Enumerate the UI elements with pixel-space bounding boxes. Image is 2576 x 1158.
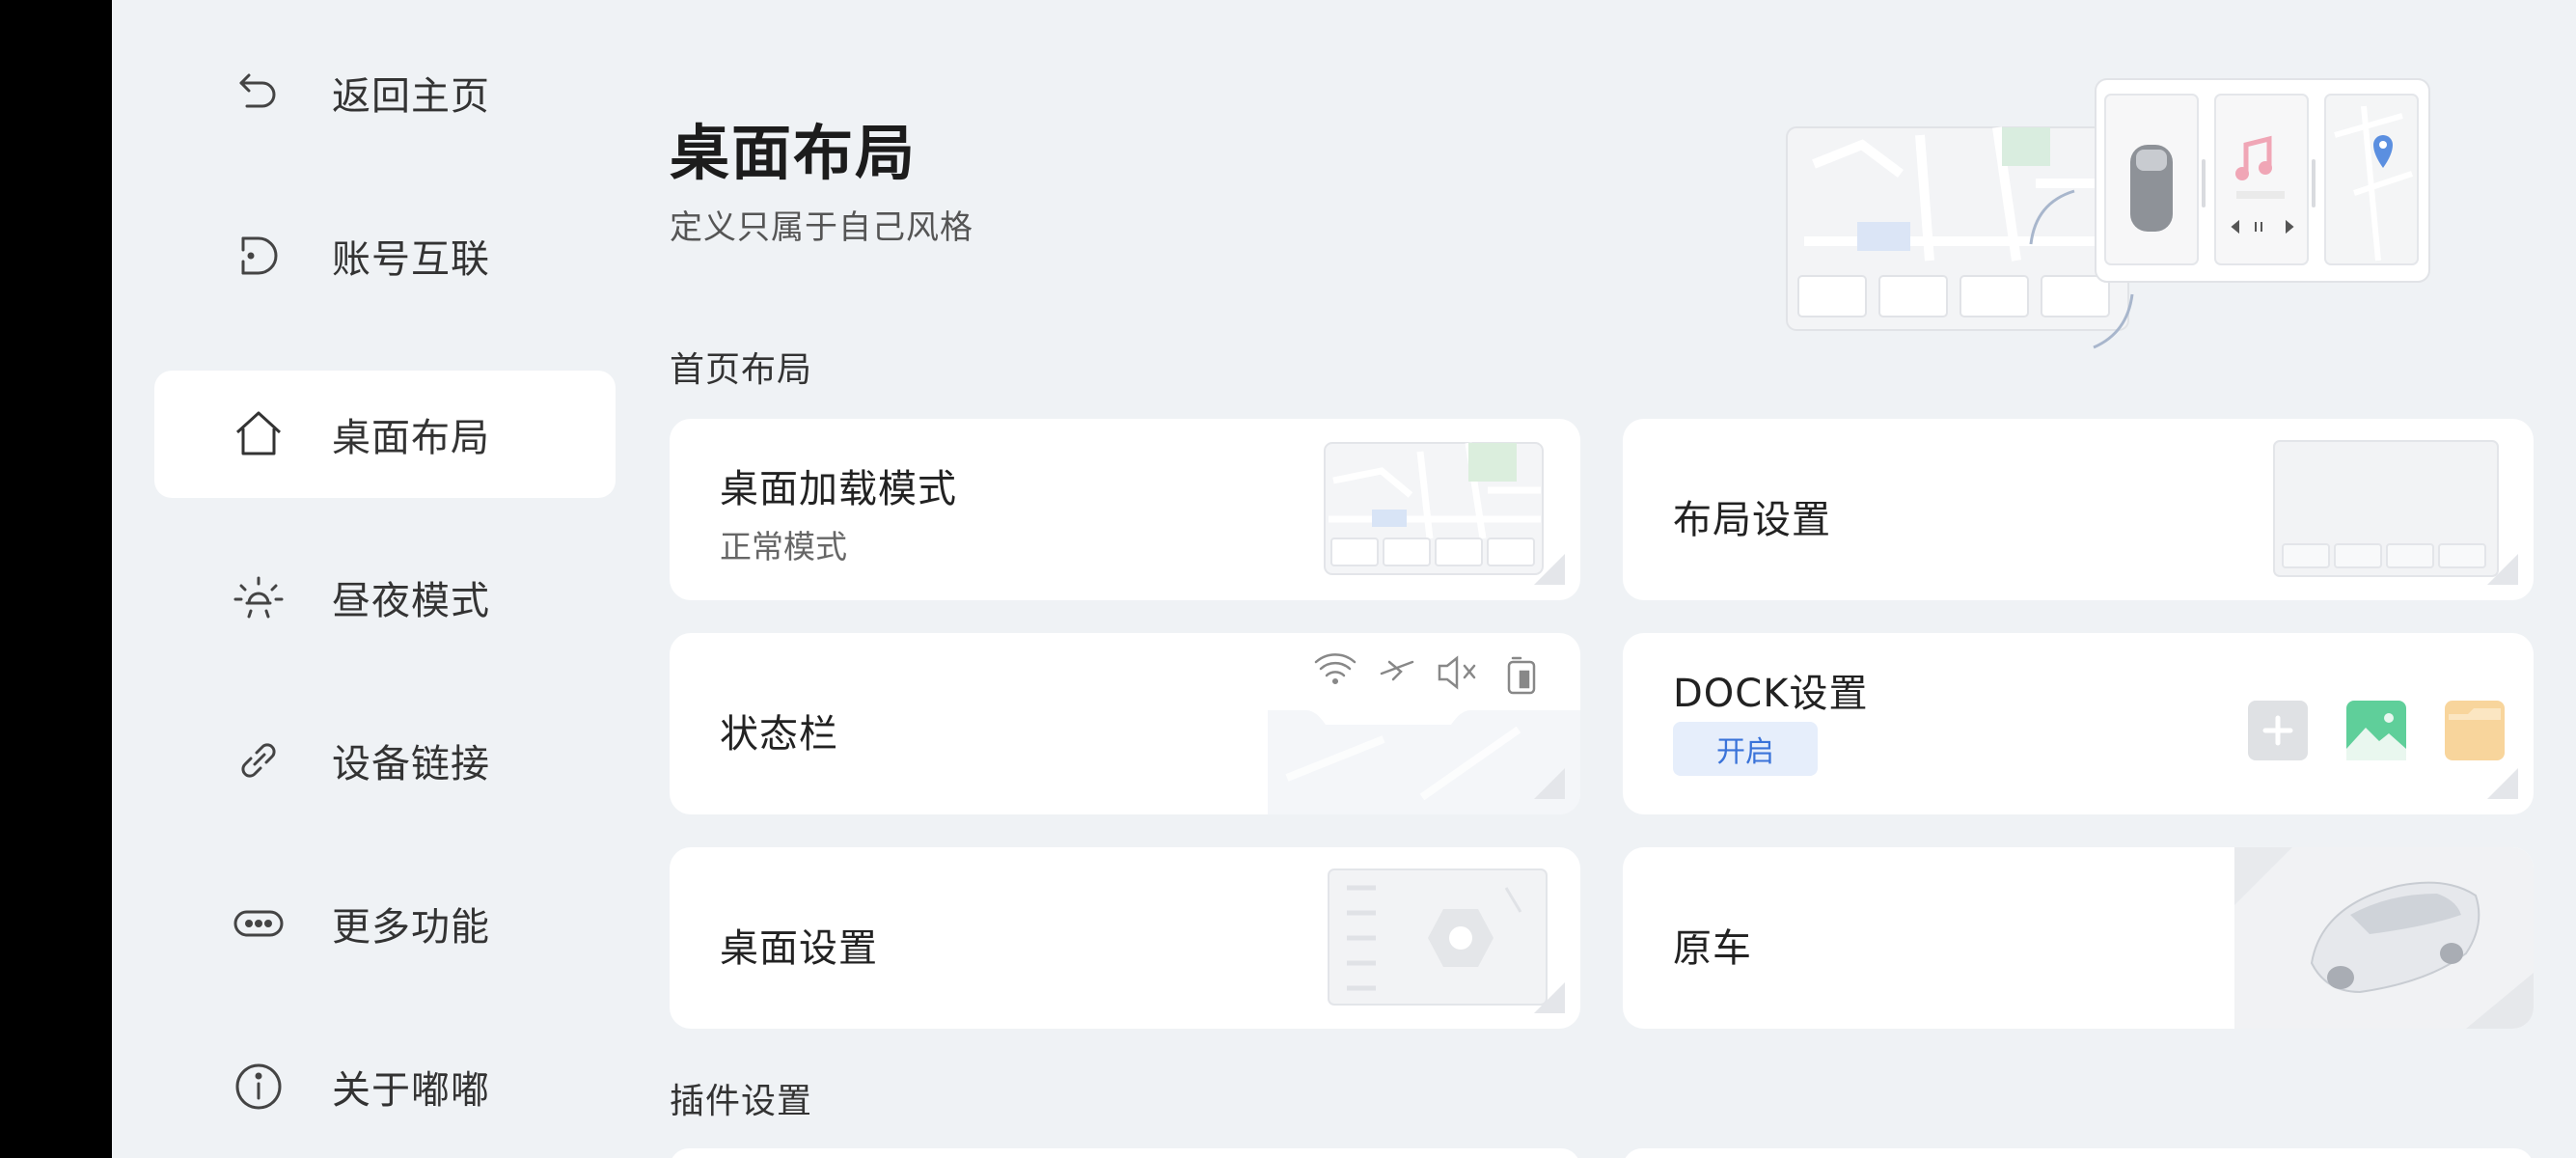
sidebar-item-about[interactable]: 关于嘟嘟 bbox=[154, 1023, 616, 1150]
info-icon bbox=[232, 1060, 286, 1114]
card-title: 布局设置 bbox=[1673, 498, 1831, 542]
sidebar-item-desktop-layout[interactable]: 桌面布局 bbox=[154, 371, 616, 498]
link-icon bbox=[232, 733, 286, 787]
status-badge: 开启 bbox=[1673, 722, 1818, 776]
original-car-card[interactable]: 原车 bbox=[1623, 847, 2534, 1029]
folder-tile-icon bbox=[2445, 701, 2505, 760]
card-title: 状态栏 bbox=[720, 712, 838, 757]
corner-indicator bbox=[1534, 982, 1565, 1013]
sidebar-item-label: 设备链接 bbox=[332, 742, 490, 786]
settings-preview-illustration bbox=[1328, 868, 1549, 1007]
add-tile-icon bbox=[2248, 701, 2308, 760]
left-bezel bbox=[0, 0, 112, 1158]
sidebar-item-label: 关于嘟嘟 bbox=[332, 1068, 490, 1113]
plugin-card-left[interactable] bbox=[670, 1148, 1580, 1158]
corner-indicator bbox=[1534, 554, 1565, 585]
grid-preview-illustration bbox=[2273, 440, 2501, 579]
sidebar-item-label: 更多功能 bbox=[332, 905, 490, 950]
sidebar-item-label: 昼夜模式 bbox=[332, 579, 490, 623]
layout-preview-illustration bbox=[1785, 77, 2431, 357]
card-title: 原车 bbox=[1673, 926, 1752, 971]
card-title: DOCK设置 bbox=[1673, 672, 1869, 716]
layout-settings-card[interactable]: 布局设置 bbox=[1623, 419, 2534, 600]
gallery-tile-icon bbox=[2346, 701, 2406, 760]
desktop-settings-card[interactable]: 桌面设置 bbox=[670, 847, 1580, 1029]
sidebar-item-more[interactable]: 更多功能 bbox=[154, 860, 616, 987]
sidebar-item-label: 桌面布局 bbox=[332, 416, 490, 460]
plugin-card-right[interactable] bbox=[1623, 1148, 2534, 1158]
page-subtitle: 定义只属于自己风格 bbox=[670, 208, 973, 247]
sun-icon bbox=[232, 570, 286, 624]
card-value: 正常模式 bbox=[720, 528, 847, 565]
dock-settings-card[interactable]: DOCK设置 开启 bbox=[1623, 633, 2534, 814]
desktop-load-mode-card[interactable]: 桌面加载模式 正常模式 bbox=[670, 419, 1580, 600]
section-plugin-settings: 插件设置 bbox=[670, 1082, 813, 1121]
status-bar-card[interactable]: 状态栏 bbox=[670, 633, 1580, 814]
sidebar-item-account-link[interactable]: 账号互联 bbox=[154, 192, 616, 319]
sidebar-item-day-night[interactable]: 昼夜模式 bbox=[154, 534, 616, 661]
card-title: 桌面设置 bbox=[720, 926, 878, 971]
corner-indicator bbox=[1534, 768, 1565, 799]
sidebar-item-label: 账号互联 bbox=[332, 237, 490, 282]
sidebar-item-label: 返回主页 bbox=[332, 74, 490, 119]
corner-indicator bbox=[2487, 768, 2518, 799]
card-title: 桌面加载模式 bbox=[720, 467, 957, 511]
more-dots-icon bbox=[232, 896, 286, 951]
back-arrow-icon bbox=[232, 66, 286, 120]
sidebar-item-back-home[interactable]: 返回主页 bbox=[154, 29, 616, 156]
corner-indicator bbox=[2487, 554, 2518, 585]
car-illustration bbox=[2234, 847, 2534, 1029]
map-preview-illustration bbox=[1324, 442, 1546, 577]
home-icon bbox=[232, 407, 286, 461]
account-link-icon bbox=[232, 229, 286, 283]
sidebar-item-device-link[interactable]: 设备链接 bbox=[154, 697, 616, 824]
section-home-layout: 首页布局 bbox=[670, 350, 813, 390]
page-title: 桌面布局 bbox=[670, 118, 918, 188]
